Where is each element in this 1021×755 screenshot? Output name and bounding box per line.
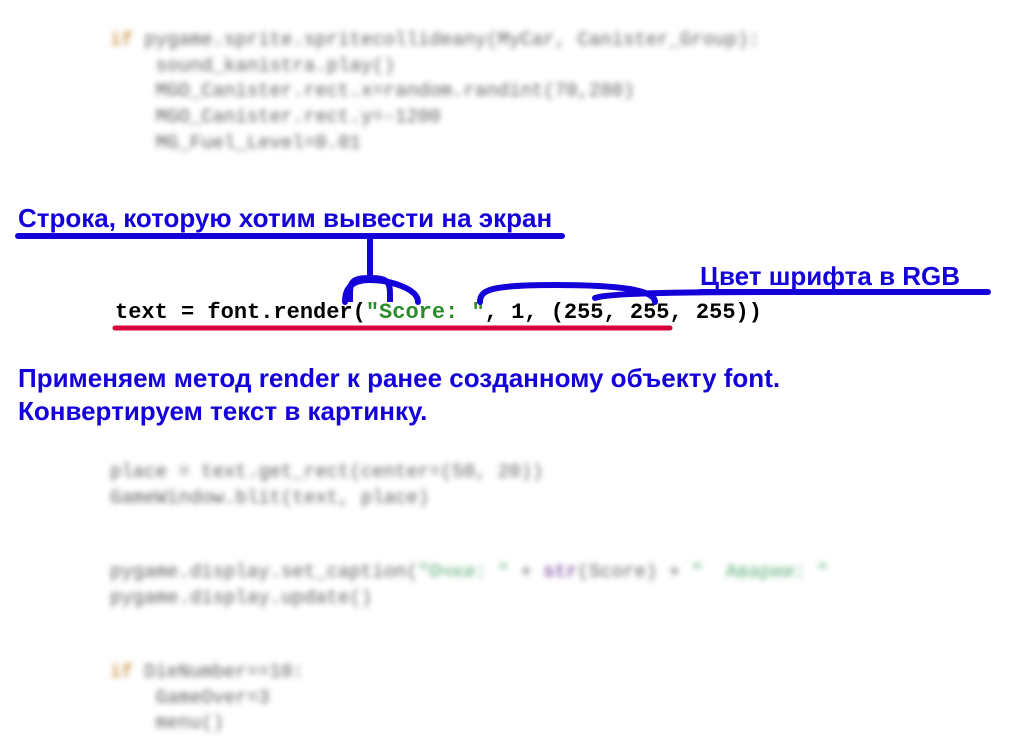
code-block-mid: place = text.get_rect(center=(50, 20)) G… xyxy=(110,460,543,511)
code-string-literal: "Score: " xyxy=(366,300,485,325)
annotation-string-label: Строка, которую хотим вывести на экран xyxy=(18,202,552,235)
code-op: + xyxy=(509,561,543,583)
code-render-line: text = font.render("Score: ", 1, (255, 2… xyxy=(115,300,762,325)
rgb-paren-open: ( xyxy=(551,300,564,325)
bracket-over-string xyxy=(345,280,418,302)
code-line: pygame.display.set_caption( xyxy=(110,561,418,583)
code-line: GameOver=3 xyxy=(110,687,270,709)
code-line: MGO_Canister.rect.x=random.randint(70,28… xyxy=(110,80,635,102)
code-line: pygame.display.update() xyxy=(110,587,372,609)
code-line: menu() xyxy=(110,712,224,734)
code-rgb-tuple: 255, 255, 255 xyxy=(564,300,736,325)
annotation-explain-line2: Конвертируем текст в картинку. xyxy=(18,396,427,426)
code-line: MGO_Canister.rect.y=-1200 xyxy=(110,106,441,128)
rgb-paren-close: ) xyxy=(736,300,749,325)
code-line: DieNumber==10: xyxy=(133,661,304,683)
annotation-explain: Применяем метод render к ранее созданном… xyxy=(18,362,780,427)
comma: , xyxy=(485,300,511,325)
code-line: sound_kanistra.play() xyxy=(110,55,395,77)
keyword-if: if xyxy=(110,29,133,51)
code-string-literal: "Очки: " xyxy=(418,561,509,583)
code-line: MG_Fuel_Level=0.01 xyxy=(110,132,361,154)
paren-open: ( xyxy=(353,300,366,325)
code-block-top: if pygame.sprite.spritecollideany(MyCar,… xyxy=(110,28,760,156)
code-line: pygame.sprite.spritecollideany(MyCar, Ca… xyxy=(133,29,760,51)
code-block-mid2: pygame.display.set_caption("Очки: " + st… xyxy=(110,560,828,611)
code-antialias: 1 xyxy=(511,300,524,325)
annotation-rgb-label: Цвет шрифта в RGB xyxy=(700,260,960,293)
code-string-literal: " Аварии: " xyxy=(692,561,829,583)
code-line: GameWindow.blit(text, place) xyxy=(110,487,429,509)
connector-rgb xyxy=(595,292,790,298)
bracket-string-left xyxy=(350,278,390,298)
keyword-if: if xyxy=(110,661,133,683)
annotation-explain-line1: Применяем метод render к ранее созданном… xyxy=(18,363,780,393)
code-line: place = text.get_rect(center=(50, 20)) xyxy=(110,461,543,483)
slide: if pygame.sprite.spritecollideany(MyCar,… xyxy=(0,0,1021,755)
code-assign: text = font.render xyxy=(115,300,353,325)
code-block-bot: if DieNumber==10: GameOver=3 menu() xyxy=(110,660,304,737)
comma: , xyxy=(524,300,550,325)
code-frag: (Score) + xyxy=(578,561,692,583)
paren-close: ) xyxy=(749,300,762,325)
code-builtin-str: str xyxy=(543,561,577,583)
